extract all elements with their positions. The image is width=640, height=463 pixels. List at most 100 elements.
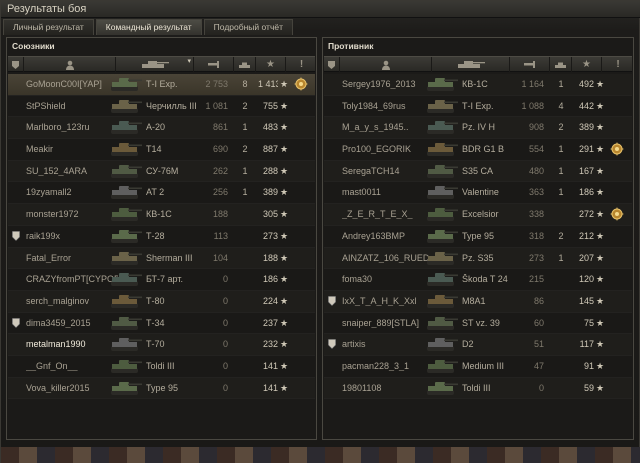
player-name: Pro100_EGORIK bbox=[342, 144, 412, 155]
tank-image bbox=[108, 228, 144, 245]
squad-icon[interactable] bbox=[324, 57, 340, 72]
tank-image bbox=[108, 380, 144, 397]
tab-detailed[interactable]: Подробный отчёт bbox=[203, 19, 293, 35]
player-name: IxX_T_A_H_K_Xxl bbox=[342, 295, 417, 306]
tank-name: КВ-1С bbox=[462, 79, 488, 89]
star-icon[interactable]: ★ bbox=[256, 57, 286, 72]
medal-icon[interactable] bbox=[610, 207, 624, 222]
star-icon: ★ bbox=[596, 187, 605, 198]
tank-icon[interactable] bbox=[432, 57, 510, 72]
kills-icon[interactable] bbox=[234, 57, 256, 72]
player-row[interactable]: dima3459_2015 Т-34 0 237 ★ bbox=[8, 312, 315, 335]
damage-value: 0 bbox=[222, 295, 228, 306]
player-row[interactable]: Vova_killer2015 Type 95 0 141 ★ bbox=[8, 377, 315, 400]
tank-image bbox=[424, 380, 460, 397]
star-icon[interactable]: ★ bbox=[572, 57, 602, 72]
exclamation-icon[interactable]: ! bbox=[286, 57, 317, 72]
tank-image bbox=[424, 336, 460, 353]
xp-value: 1 413 bbox=[258, 79, 278, 89]
xp-value: 207 bbox=[578, 252, 594, 263]
player-row[interactable]: AINZATZ_106_RUED.. Pz. S35 273 1 207 ★ bbox=[324, 247, 632, 270]
player-row[interactable]: Marlboro_123ru A-20 861 1 483 ★ bbox=[8, 117, 315, 140]
player-row[interactable]: Andrey163BMP Type 95 318 2 212 ★ bbox=[324, 225, 632, 248]
player-row[interactable]: CRAZYfromPT[CYPOB] БТ-7 арт. 0 186 ★ bbox=[8, 269, 315, 291]
player-row[interactable]: __Gnf_On__ Toldi III 0 141 ★ bbox=[8, 355, 315, 378]
title-bar: Результаты боя bbox=[1, 1, 640, 18]
star-icon: ★ bbox=[596, 100, 605, 111]
star-icon: ★ bbox=[280, 187, 289, 198]
player-row[interactable]: pacman228_3_1 Medium III 47 91 ★ bbox=[324, 355, 632, 378]
star-icon: ★ bbox=[280, 360, 289, 371]
xp-value: 273 bbox=[262, 230, 278, 241]
player-row[interactable]: monster1972 КВ-1С 188 305 ★ bbox=[8, 204, 315, 226]
damage-value: 690 bbox=[212, 144, 228, 155]
tank-name: AT 2 bbox=[146, 187, 165, 198]
player-row[interactable]: Pro100_EGORIK BDR G1 B 554 1 291 ★ bbox=[324, 139, 632, 161]
kills-value: 2 bbox=[558, 230, 564, 241]
tab-personal[interactable]: Личный результат bbox=[3, 19, 94, 35]
tank-image bbox=[108, 76, 144, 93]
tank-icon[interactable]: ▾ bbox=[116, 57, 194, 72]
medal-icon[interactable] bbox=[294, 77, 308, 91]
kills-value: 1 bbox=[558, 165, 564, 176]
player-row[interactable]: foma30 Škoda T 24 215 120 ★ bbox=[324, 269, 632, 291]
player-row[interactable]: serch_malginov Т-80 0 224 ★ bbox=[8, 290, 315, 313]
star-icon: ★ bbox=[280, 144, 289, 155]
player-row[interactable]: 19801108 Toldi III 0 59 ★ bbox=[324, 377, 632, 400]
squad-icon[interactable] bbox=[8, 57, 24, 72]
player-row[interactable]: IxX_T_A_H_K_Xxl M8A1 86 145 ★ bbox=[324, 290, 632, 313]
tank-image bbox=[108, 141, 144, 158]
xp-value: 389 bbox=[262, 187, 278, 198]
player-row[interactable]: _Z_E_R_T_E_X_ Excelsior 338 272 ★ bbox=[324, 204, 632, 226]
medal-icon[interactable] bbox=[610, 142, 624, 157]
player-icon[interactable] bbox=[340, 57, 432, 72]
player-row[interactable]: metalman1990 Т-70 0 232 ★ bbox=[8, 334, 315, 356]
star-icon: ★ bbox=[596, 360, 605, 371]
kills-value: 1 bbox=[558, 252, 564, 263]
kills-icon[interactable] bbox=[550, 57, 572, 72]
star-icon: ★ bbox=[596, 79, 605, 89]
player-row[interactable]: artixis D2 51 117 ★ bbox=[324, 334, 632, 356]
star-icon: ★ bbox=[280, 339, 289, 350]
xp-value: 291 bbox=[578, 144, 594, 155]
damage-value: 1 088 bbox=[521, 100, 544, 111]
star-icon: ★ bbox=[596, 122, 605, 133]
damage-value: 188 bbox=[212, 209, 228, 220]
player-row[interactable]: GoMoonC00I[YAP] Т-I Exp. 2 753 8 1 413★ bbox=[8, 74, 315, 96]
player-row[interactable]: 19zyamall2 AT 2 256 1 389 ★ bbox=[8, 182, 315, 205]
allies-panel: Союзники ▾ ★ ! GoMoonC00I[YAP] Т-I Exp. 2 … bbox=[6, 37, 317, 440]
battle-results-window: Результаты боя Личный результат Командны… bbox=[0, 0, 640, 463]
player-row[interactable]: raik199x Т-28 113 273 ★ bbox=[8, 225, 315, 248]
player-row[interactable]: Sergey1976_2013 КВ-1С 1 164 1 492 ★ bbox=[324, 74, 632, 96]
star-icon: ★ bbox=[280, 317, 289, 328]
tank-image bbox=[424, 206, 460, 223]
tank-name: ST vz. 39 bbox=[462, 317, 500, 328]
player-row[interactable]: Fatal_Error Sherman III 104 188 ★ bbox=[8, 247, 315, 270]
player-row[interactable]: Toly1984_69rus Т-I Exp. 1 088 4 442 ★ bbox=[324, 95, 632, 118]
player-row[interactable]: Meakir T14 690 2 887 ★ bbox=[8, 139, 315, 161]
exclamation-icon[interactable]: ! bbox=[602, 57, 634, 72]
tank-name: D2 bbox=[462, 339, 474, 350]
player-row[interactable]: M_a_y_s_1945.. Pz. IV H 908 2 389 ★ bbox=[324, 117, 632, 140]
player-row[interactable]: mast0011 Valentine 363 1 186 ★ bbox=[324, 182, 632, 205]
star-icon: ★ bbox=[280, 100, 289, 111]
tank-name: A-20 bbox=[146, 122, 166, 133]
damage-icon[interactable] bbox=[510, 57, 550, 72]
star-icon: ★ bbox=[280, 382, 289, 393]
player-name: M_a_y_s_1945.. bbox=[342, 122, 409, 133]
player-row[interactable]: SeregaTCH14 S35 CA 480 1 167 ★ bbox=[324, 160, 632, 183]
tab-team[interactable]: Командный результат bbox=[95, 19, 202, 35]
xp-value: 305 bbox=[262, 209, 278, 220]
allies-column-header: ▾ ★ ! bbox=[8, 56, 315, 72]
player-icon[interactable] bbox=[24, 57, 116, 72]
player-row[interactable]: snaiper_889[STLA] ST vz. 39 60 75 ★ bbox=[324, 312, 632, 335]
tank-name: Pz. S35 bbox=[462, 252, 494, 263]
player-name: GoMoonC00I[YAP] bbox=[26, 79, 102, 89]
tank-name: Type 95 bbox=[146, 382, 179, 393]
tank-image bbox=[424, 358, 460, 375]
tank-image bbox=[424, 271, 460, 288]
player-row[interactable]: SU_152_4ARA СУ-76М 262 1 288 ★ bbox=[8, 160, 315, 183]
star-icon: ★ bbox=[596, 382, 605, 393]
player-row[interactable]: StPShield Черчилль III 1 081 2 755 ★ bbox=[8, 95, 315, 118]
damage-icon[interactable] bbox=[194, 57, 234, 72]
